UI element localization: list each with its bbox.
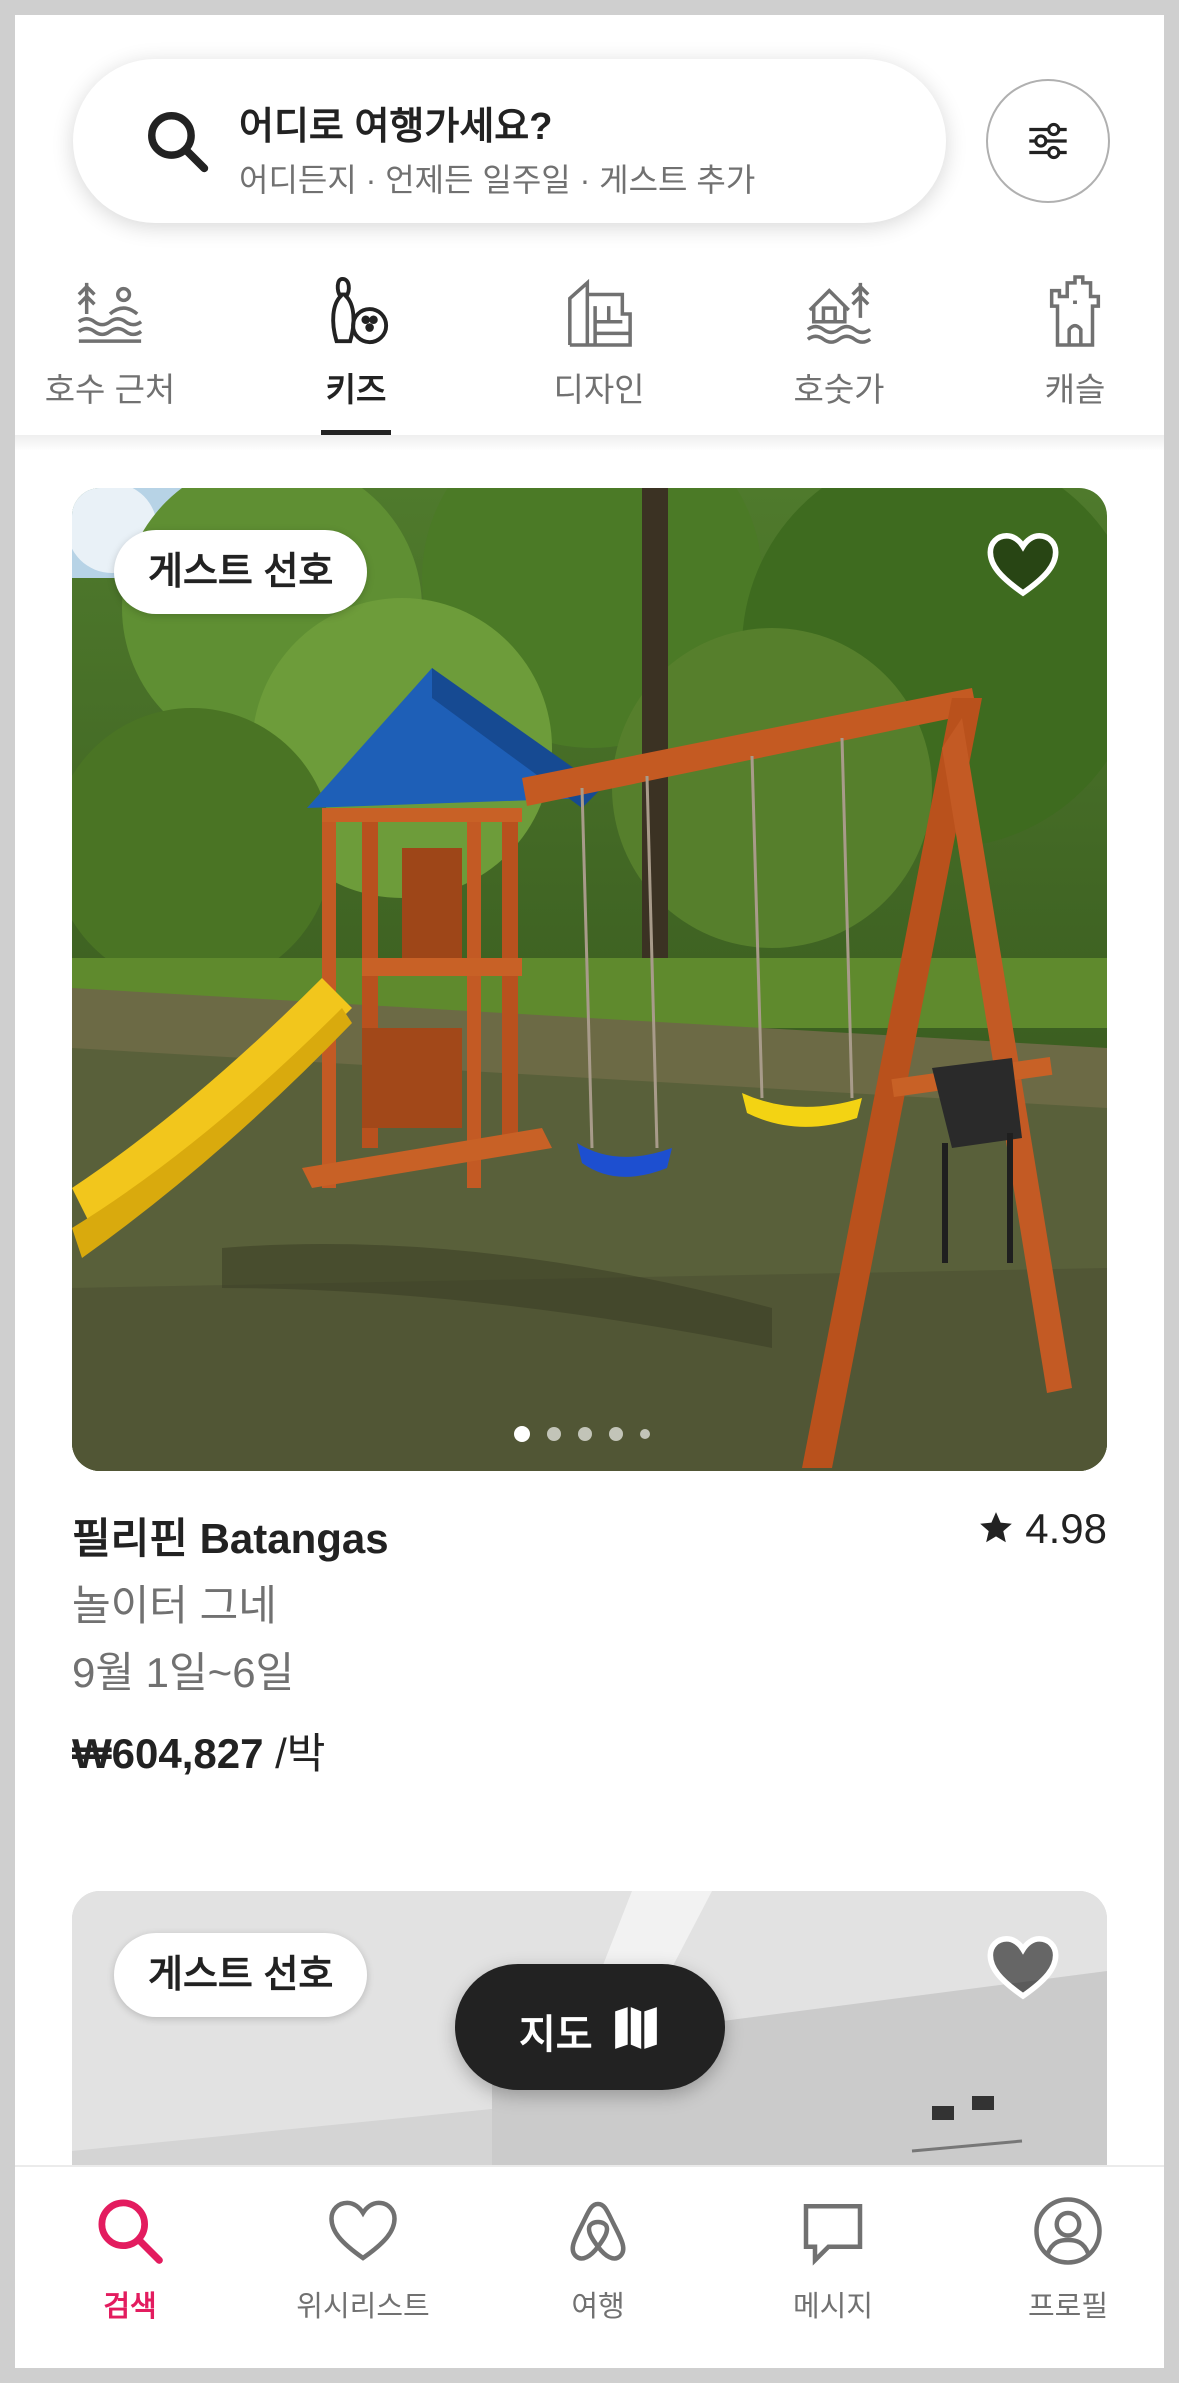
- category-lakefront[interactable]: 호숫가: [749, 255, 929, 445]
- category-design[interactable]: 디자인: [509, 255, 689, 445]
- divider: [15, 435, 1164, 451]
- design-building-icon: [568, 278, 632, 347]
- category-label: 캐슬: [1044, 371, 1106, 408]
- rating-value: 4.98: [1025, 1505, 1107, 1552]
- listing-price: ₩604,827 /박: [72, 1720, 325, 1781]
- photo-pagination: [514, 1425, 667, 1443]
- tab-label: 메시지: [792, 2291, 874, 2323]
- pagination-dot: [547, 1426, 561, 1441]
- wishlist-heart-icon[interactable]: [985, 1933, 1061, 2003]
- kids-bowling-icon: [331, 276, 389, 345]
- price-unit: /박: [263, 1730, 326, 1777]
- lakefront-house-icon: [806, 282, 872, 344]
- message-icon: [803, 2204, 863, 2266]
- wishlist-heart-icon[interactable]: [985, 530, 1061, 600]
- pagination-dot: [578, 1426, 592, 1441]
- category-label: 디자인: [553, 371, 645, 408]
- lake-icon: [77, 282, 143, 343]
- listing-subtitle: 놀이터 그네: [72, 1582, 277, 1629]
- heart-icon: [329, 2200, 397, 2261]
- tab-label: 검색: [103, 2291, 157, 2323]
- category-bar: 호수 근처 키즈 디자인 호숫가 캐슬: [15, 255, 1164, 445]
- tab-wishlist[interactable]: 위시리스트: [263, 2167, 463, 2368]
- filter-button[interactable]: [986, 79, 1110, 203]
- category-castle[interactable]: 캐슬: [985, 255, 1164, 445]
- listing-rating: 4.98: [977, 1505, 1107, 1553]
- map-button[interactable]: 지도: [455, 1964, 725, 2090]
- search-icon: [148, 112, 209, 173]
- category-lake[interactable]: 호수 근처: [20, 255, 200, 445]
- pagination-dot: [640, 1428, 650, 1439]
- search-title: 어디로 여행가세요?: [239, 106, 553, 148]
- star-icon: [980, 1512, 1013, 1543]
- map-icon: [615, 2007, 657, 2049]
- tab-label: 여행: [571, 2291, 625, 2323]
- filter-sliders-icon: [1029, 122, 1067, 160]
- category-label: 호수 근처: [44, 371, 176, 408]
- category-label: 호숫가: [793, 371, 885, 408]
- map-button-label: 지도: [519, 2013, 593, 2057]
- playground-photo: [72, 488, 1107, 1471]
- pagination-dot: [514, 1425, 530, 1442]
- category-label: 키즈: [325, 371, 387, 408]
- tab-trips[interactable]: 여행: [498, 2167, 698, 2368]
- search-bar[interactable]: 어디로 여행가세요? 어디든지 · 언제든 일주일 · 게스트 추가: [73, 59, 946, 223]
- tab-messages[interactable]: 메시지: [733, 2167, 933, 2368]
- listing-dates: 9월 1일~6일: [72, 1649, 295, 1696]
- tab-label: 프로필: [1027, 2291, 1109, 2323]
- listing-photo[interactable]: 게스트 선호: [72, 488, 1107, 1471]
- search-icon: [98, 2199, 163, 2264]
- guest-favorite-badge: 게스트 선호: [114, 530, 368, 614]
- profile-icon: [1034, 2197, 1102, 2265]
- pagination-dot: [609, 1426, 623, 1441]
- price-amount: ₩604,827: [72, 1730, 264, 1777]
- tab-search[interactable]: 검색: [30, 2167, 230, 2368]
- airbnb-logo-icon: [570, 2201, 626, 2261]
- search-subtitle: 어디든지 · 언제든 일주일 · 게스트 추가: [239, 162, 756, 198]
- listing-location[interactable]: 필리핀 Batangas: [72, 1505, 389, 1566]
- bottom-tab-bar: 검색 위시리스트 여행 메시지 프로필: [15, 2165, 1164, 2368]
- guest-favorite-badge: 게스트 선호: [114, 1933, 368, 2017]
- app-screen: 어디로 여행가세요? 어디든지 · 언제든 일주일 · 게스트 추가 호수 근처: [15, 15, 1164, 2368]
- castle-icon: [1049, 275, 1101, 347]
- tab-profile[interactable]: 프로필: [968, 2167, 1164, 2368]
- tab-label: 위시리스트: [296, 2291, 430, 2323]
- category-kids[interactable]: 키즈: [266, 255, 446, 445]
